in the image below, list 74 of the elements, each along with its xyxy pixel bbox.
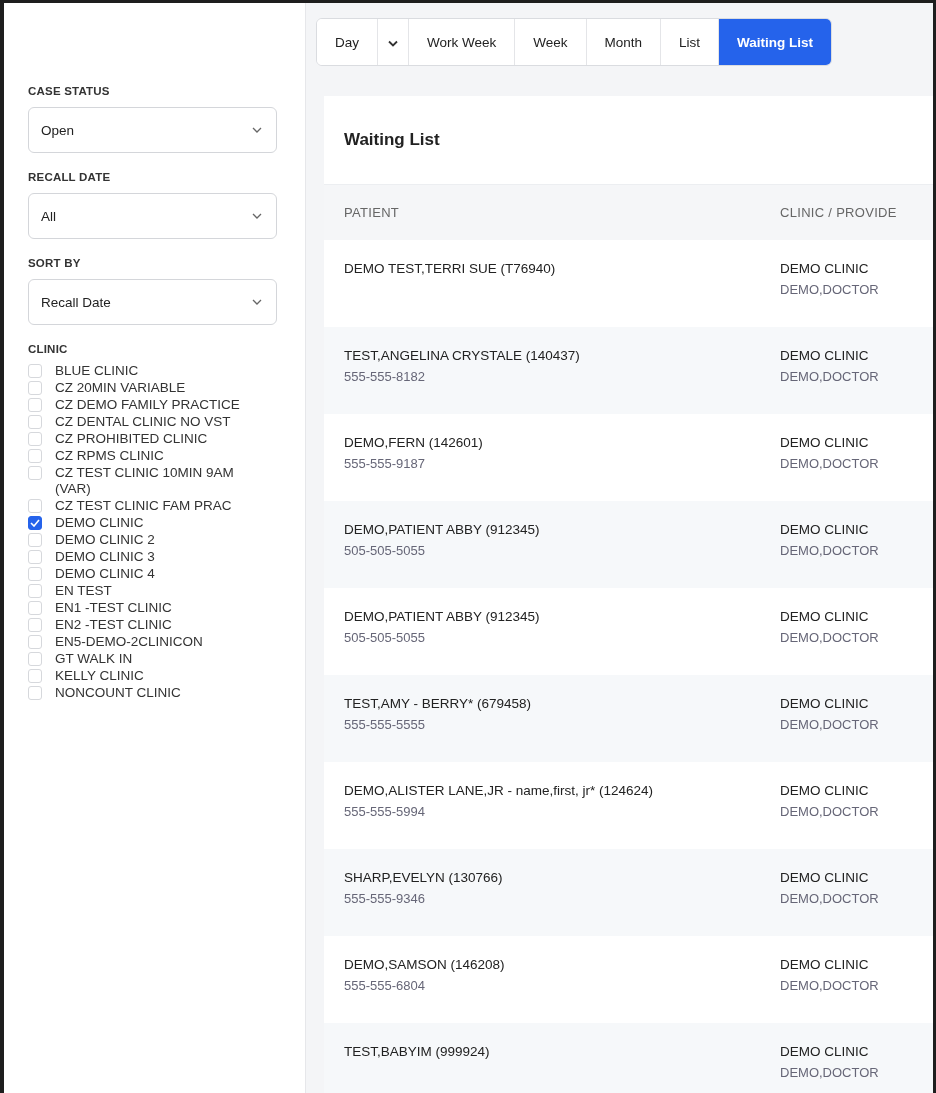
patient-name[interactable]: DEMO,FERN (142601): [344, 435, 483, 450]
clinic-option: DEMO CLINIC 2: [55, 532, 155, 548]
clinic-option: CZ DENTAL CLINIC NO VST: [55, 414, 231, 430]
provider-name: DEMO,DOCTOR: [780, 717, 879, 732]
checkbox[interactable]: [28, 516, 42, 530]
clinic-option: CZ DEMO FAMILY PRACTICE: [55, 397, 240, 413]
clinic-name: DEMO CLINIC: [780, 783, 869, 798]
clinic-option: EN2 -TEST CLINIC: [55, 617, 172, 633]
patient-name[interactable]: TEST,BABYIM (999924): [344, 1044, 490, 1059]
select-field[interactable]: Recall Date: [28, 279, 277, 325]
patient-name[interactable]: DEMO,PATIENT ABBY (912345): [344, 609, 540, 624]
clinic-option: CZ PROHIBITED CLINIC: [55, 431, 208, 447]
filter-label: CLINIC: [28, 343, 69, 355]
select-field[interactable]: Open: [28, 107, 277, 153]
clinic-option: EN5-DEMO-2CLINICON: [55, 634, 203, 650]
clinic-name: DEMO CLINIC: [780, 261, 869, 276]
clinic-name: DEMO CLINIC: [780, 435, 869, 450]
view-tab[interactable]: Waiting List: [719, 19, 832, 65]
patient-phone: 555-555-9187: [344, 456, 425, 471]
clinic-option: BLUE CLINIC: [55, 363, 139, 379]
chevron-icon: [388, 39, 398, 47]
view-tab[interactable]: Day: [317, 19, 378, 65]
clinic-option: CZ TEST CLINIC 10MIN 9AM (VAR): [55, 465, 270, 497]
filter-label: SORT BY: [28, 257, 82, 269]
column-header: CLINIC / PROVIDE: [780, 205, 897, 220]
patient-phone: 505-505-5055: [344, 543, 425, 558]
provider-name: DEMO,DOCTOR: [780, 369, 879, 384]
clinic-name: DEMO CLINIC: [780, 522, 869, 537]
chevron-icon: [252, 299, 262, 305]
clinic-option: GT WALK IN: [55, 651, 133, 667]
clinic-name: DEMO CLINIC: [780, 957, 869, 972]
patient-name[interactable]: DEMO,SAMSON (146208): [344, 957, 505, 972]
clinic-option: DEMO CLINIC 4: [55, 566, 155, 582]
filter-label: RECALL DATE: [28, 171, 112, 183]
chevron-icon: [252, 127, 262, 133]
clinic-option: NONCOUNT CLINIC: [55, 685, 181, 701]
patient-name[interactable]: DEMO,ALISTER LANE,JR - name,first, jr* (124624): [344, 783, 654, 798]
select-field[interactable]: All: [28, 193, 277, 239]
patient-phone: 555-555-5994: [344, 804, 425, 819]
clinic-option: EN1 -TEST CLINIC: [55, 600, 172, 616]
provider-name: DEMO,DOCTOR: [780, 804, 879, 819]
clinic-option: CZ 20MIN VARIABLE: [55, 380, 186, 396]
card-title: Waiting List: [344, 130, 440, 150]
clinic-option: CZ TEST CLINIC FAM PRAC: [55, 498, 232, 514]
provider-name: DEMO,DOCTOR: [780, 282, 879, 297]
patient-name[interactable]: SHARP,EVELYN (130766): [344, 870, 503, 885]
patient-phone: 555-555-5555: [344, 717, 425, 732]
provider-name: DEMO,DOCTOR: [780, 543, 879, 558]
patient-name[interactable]: DEMO,PATIENT ABBY (912345): [344, 522, 540, 537]
patient-phone: 555-555-8182: [344, 369, 425, 384]
provider-name: DEMO,DOCTOR: [780, 630, 879, 645]
provider-name: DEMO,DOCTOR: [780, 456, 879, 471]
provider-name: DEMO,DOCTOR: [780, 891, 879, 906]
clinic-name: DEMO CLINIC: [780, 696, 869, 711]
provider-name: DEMO,DOCTOR: [780, 978, 879, 993]
patient-name[interactable]: TEST,ANGELINA CRYSTALE (140437): [344, 348, 580, 363]
column-header: PATIENT: [343, 205, 401, 220]
clinic-option: EN TEST: [55, 583, 112, 599]
patient-phone: 555-555-6804: [344, 978, 425, 993]
clinic-option: DEMO CLINIC: [55, 515, 144, 531]
clinic-name: DEMO CLINIC: [780, 609, 869, 624]
patient-name[interactable]: TEST,AMY - BERRY* (679458): [344, 696, 532, 711]
provider-name: DEMO,DOCTOR: [780, 1065, 879, 1080]
clinic-option: CZ RPMS CLINIC: [55, 448, 164, 464]
clinic-option: KELLY CLINIC: [55, 668, 144, 684]
clinic-name: DEMO CLINIC: [780, 1044, 869, 1059]
clinic-name: DEMO CLINIC: [780, 348, 869, 363]
filter-label: CASE STATUS: [28, 85, 111, 97]
patient-name[interactable]: DEMO TEST,TERRI SUE (T76940): [344, 261, 556, 276]
clinic-option: DEMO CLINIC 3: [55, 549, 155, 565]
clinic-name: DEMO CLINIC: [780, 870, 869, 885]
chevron-icon: [252, 213, 262, 219]
patient-phone: 505-505-5055: [344, 630, 425, 645]
patient-phone: 555-555-9346: [344, 891, 425, 906]
